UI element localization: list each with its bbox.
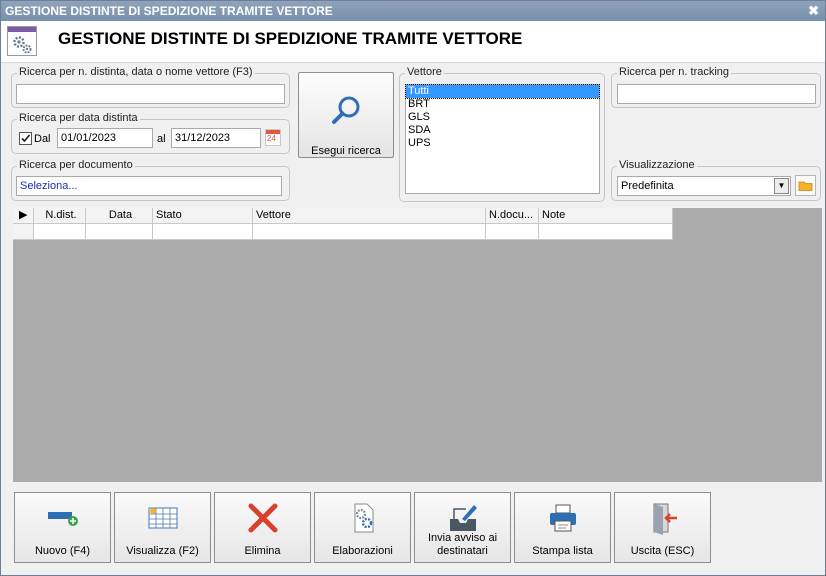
folder-icon[interactable] bbox=[795, 175, 816, 196]
search-button-label: Esegui ricerca bbox=[311, 145, 381, 157]
date-filter-checkbox[interactable] bbox=[19, 132, 32, 145]
notify-button[interactable]: Invia avviso ai destinatari bbox=[414, 492, 511, 563]
exit-button-label: Uscita (ESC) bbox=[630, 545, 695, 557]
carrier-item-sda[interactable]: SDA bbox=[406, 124, 599, 137]
document-gear-icon bbox=[354, 503, 373, 533]
table-view-icon bbox=[148, 507, 177, 529]
carrier-item-ups[interactable]: UPS bbox=[406, 137, 599, 150]
col-ndocu[interactable]: N.docu... bbox=[486, 208, 539, 224]
main-window: GESTIONE DISTINTE DI SPEDIZIONE TRAMITE … bbox=[0, 0, 826, 576]
cell-ndocu[interactable] bbox=[486, 224, 539, 240]
exit-door-icon bbox=[653, 503, 677, 535]
settings-gear-icon bbox=[7, 26, 37, 56]
date-from-input[interactable]: 01/01/2023 bbox=[57, 128, 153, 148]
row-selector[interactable] bbox=[13, 224, 34, 240]
processing-button[interactable]: Elaborazioni bbox=[314, 492, 411, 563]
col-ndist[interactable]: N.dist. bbox=[34, 208, 86, 224]
magnifier-icon bbox=[332, 96, 360, 124]
tracking-group: Ricerca per n. tracking bbox=[611, 66, 821, 108]
page-title: GESTIONE DISTINTE DI SPEDIZIONE TRAMITE … bbox=[58, 29, 523, 48]
inbox-pen-icon bbox=[449, 505, 477, 531]
view-group: Visualizzazione Predefinita ▼ bbox=[611, 159, 821, 201]
carrier-group: Vettore Tutti BRT GLS SDA UPS bbox=[399, 66, 605, 202]
delete-button-label: Elimina bbox=[244, 545, 281, 557]
carrier-item-gls[interactable]: GLS bbox=[406, 111, 599, 124]
add-icon bbox=[47, 512, 78, 526]
view-label: Visualizzazione bbox=[617, 159, 697, 171]
title-bar: GESTIONE DISTINTE DI SPEDIZIONE TRAMITE … bbox=[1, 1, 825, 21]
carrier-item-tutti[interactable]: Tutti bbox=[405, 84, 600, 99]
notify-label-line2: destinatari bbox=[437, 545, 488, 557]
calendar-icon[interactable]: 24 bbox=[265, 129, 281, 146]
calendar-day: 24 bbox=[267, 134, 276, 143]
notify-label-line1: Invia avviso ai bbox=[427, 532, 498, 544]
search-name-input[interactable] bbox=[16, 84, 285, 104]
tracking-input[interactable] bbox=[617, 84, 816, 104]
cell-vettore[interactable] bbox=[253, 224, 486, 240]
tracking-label: Ricerca per n. tracking bbox=[617, 66, 732, 78]
header: GESTIONE DISTINTE DI SPEDIZIONE TRAMITE … bbox=[1, 21, 825, 63]
notify-button-label: Invia avviso ai destinatari bbox=[415, 532, 510, 558]
search-date-group: Ricerca per data distinta Dal 01/01/2023… bbox=[11, 112, 290, 154]
grid-header: ▶ N.dist. Data Stato Vettore N.docu... N… bbox=[13, 208, 673, 224]
search-button[interactable]: Esegui ricerca bbox=[298, 72, 394, 158]
view-button-label: Visualizza (F2) bbox=[126, 545, 199, 557]
search-name-label: Ricerca per n. distinta, data o nome vet… bbox=[17, 66, 255, 78]
search-name-group: Ricerca per n. distinta, data o nome vet… bbox=[11, 66, 290, 108]
close-icon[interactable]: ✖ bbox=[808, 1, 819, 21]
col-vettore[interactable]: Vettore bbox=[253, 208, 486, 224]
table-row[interactable] bbox=[13, 224, 673, 240]
print-button[interactable]: Stampa lista bbox=[514, 492, 611, 563]
col-note[interactable]: Note bbox=[539, 208, 673, 224]
view-select[interactable]: Predefinita ▼ bbox=[617, 176, 791, 196]
carrier-listbox[interactable]: Tutti BRT GLS SDA UPS bbox=[405, 84, 600, 194]
processing-button-label: Elaborazioni bbox=[332, 545, 393, 557]
date-from-label: Dal bbox=[34, 133, 51, 145]
view-select-value: Predefinita bbox=[621, 180, 674, 192]
print-button-label: Stampa lista bbox=[532, 545, 593, 557]
cell-note[interactable] bbox=[539, 224, 673, 240]
search-document-group: Ricerca per documento Seleziona... bbox=[11, 159, 290, 201]
date-to-label: al bbox=[157, 133, 166, 145]
search-date-label: Ricerca per data distinta bbox=[17, 112, 140, 124]
new-button[interactable]: Nuovo (F4) bbox=[14, 492, 111, 563]
delete-button[interactable]: Elimina bbox=[214, 492, 311, 563]
window-title: GESTIONE DISTINTE DI SPEDIZIONE TRAMITE … bbox=[5, 4, 333, 18]
document-select-field[interactable]: Seleziona... bbox=[16, 176, 282, 196]
row-selector-header: ▶ bbox=[13, 208, 34, 224]
carrier-label: Vettore bbox=[405, 66, 444, 78]
new-button-label: Nuovo (F4) bbox=[34, 545, 91, 557]
cell-ndist[interactable] bbox=[34, 224, 86, 240]
results-grid[interactable]: ▶ N.dist. Data Stato Vettore N.docu... N… bbox=[13, 208, 822, 482]
col-data[interactable]: Data bbox=[86, 208, 153, 224]
date-to-input[interactable]: 31/12/2023 bbox=[171, 128, 261, 148]
delete-x-icon bbox=[248, 503, 277, 533]
chevron-down-icon[interactable]: ▼ bbox=[774, 178, 789, 194]
carrier-item-brt[interactable]: BRT bbox=[406, 98, 599, 111]
exit-button[interactable]: Uscita (ESC) bbox=[614, 492, 711, 563]
cell-data[interactable] bbox=[86, 224, 153, 240]
view-button[interactable]: Visualizza (F2) bbox=[114, 492, 211, 563]
cell-stato[interactable] bbox=[153, 224, 253, 240]
search-document-label: Ricerca per documento bbox=[17, 159, 135, 171]
printer-icon bbox=[549, 504, 576, 532]
col-stato[interactable]: Stato bbox=[153, 208, 253, 224]
